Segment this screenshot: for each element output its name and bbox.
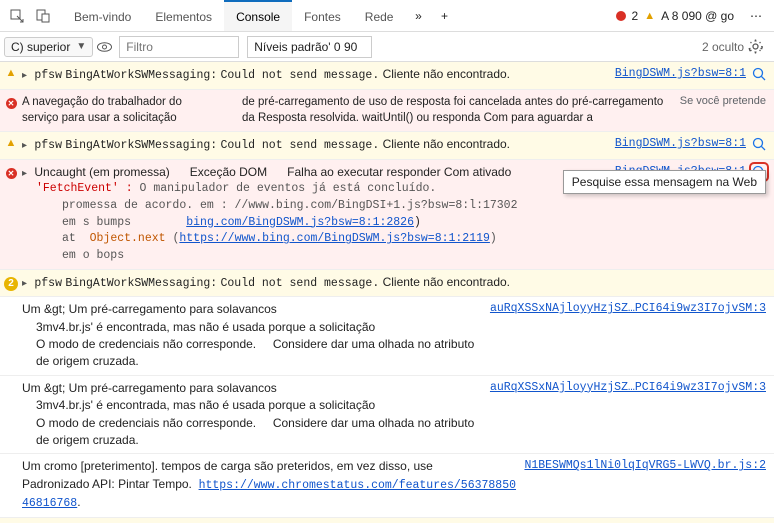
stack-line: at bbox=[62, 232, 76, 245]
console-filterbar: C) superior ▼ Níveis padrão' 0 90 2 ocul… bbox=[0, 32, 774, 62]
error-icon: ✕ bbox=[4, 94, 18, 111]
log-prefix: pfsw bbox=[34, 277, 62, 290]
live-expression-icon[interactable] bbox=[97, 42, 115, 52]
source-link[interactable]: N1BESWMQs1lNi0lqIqVRG5-LWVQ.br.js:2 bbox=[524, 458, 766, 475]
source-link[interactable]: auRqXSSxNAjloyyHzjSZ…PCI64i9wz3I7ojvSM:3 bbox=[490, 301, 766, 318]
error-count: 2 bbox=[632, 9, 639, 23]
info-line: Um &gt; Um pré-carregamento para solavan… bbox=[22, 380, 482, 397]
console-row: ▲ pfsw BingAtWorkSWMessaging: Could not … bbox=[0, 62, 774, 90]
stack-line: em o bops bbox=[22, 248, 766, 265]
log-msg: Could not send message. bbox=[221, 277, 380, 290]
punct: . bbox=[77, 495, 80, 509]
log-group: BingAtWorkSWMessaging: bbox=[65, 277, 217, 290]
console-row: Um &gt; Um pré-carregamento para solavan… bbox=[0, 297, 774, 376]
err-right-note: Se você pretende bbox=[680, 94, 766, 110]
err-left: A navegação do trabalhador do serviço pa… bbox=[22, 94, 202, 127]
context-selector[interactable]: C) superior ▼ bbox=[4, 37, 93, 57]
info-line: Um &gt; Um pré-carregamento para solavan… bbox=[22, 301, 482, 318]
source-link[interactable]: BingDSWM.js?bsw=8:1 bbox=[615, 136, 746, 153]
err-head: Uncaught (em promessa) bbox=[34, 165, 169, 179]
info-line: O modo de credenciais não corresponde. bbox=[36, 416, 256, 430]
console-row: Um &gt; Um pré-carregamento para solavan… bbox=[0, 376, 774, 455]
console-row: ▲ pfsw BingAtWorkSWMessaging: Could not … bbox=[0, 132, 774, 160]
tab-network[interactable]: Rede bbox=[353, 0, 406, 31]
inspect-element-icon[interactable] bbox=[6, 5, 28, 27]
source-link[interactable]: auRqXSSxNAjloyyHzjSZ…PCI64i9wz3I7ojvSM:3 bbox=[490, 380, 766, 397]
search-web-icon[interactable] bbox=[752, 67, 766, 81]
expand-caret[interactable] bbox=[22, 275, 31, 289]
source-link[interactable]: BingDSWM.js?bsw=8:1 bbox=[615, 66, 746, 83]
error-dot-icon bbox=[616, 11, 626, 21]
warn-tri-icon: ▲ bbox=[644, 10, 655, 22]
expand-caret[interactable] bbox=[22, 165, 31, 179]
err-mid: Exceção DOM bbox=[190, 165, 267, 179]
warn-icon: ▲ bbox=[4, 136, 18, 152]
repeat-count-badge: 2 bbox=[4, 274, 18, 291]
tab-elements[interactable]: Elementos bbox=[143, 0, 224, 31]
search-web-icon[interactable] bbox=[752, 137, 766, 151]
console-row: ✕ A navegação do trabalhador do serviço … bbox=[0, 90, 774, 132]
info-line: 3mv4.br.js' é encontrada, mas não é usad… bbox=[22, 397, 482, 414]
expand-caret[interactable] bbox=[22, 137, 31, 151]
log-prefix: pfsw bbox=[34, 139, 62, 152]
log-extra: Cliente não encontrado. bbox=[383, 275, 510, 289]
warn-text: A 8 090 @ go bbox=[661, 9, 734, 23]
search-web-tooltip: Pesquise essa mensagem na Web bbox=[563, 170, 766, 194]
info-line: 3mv4.br.js' é encontrada, mas não é usad… bbox=[22, 319, 482, 336]
error-icon: ✕ bbox=[4, 164, 18, 181]
stack-label: 'FetchEvent' : bbox=[36, 182, 133, 195]
stack-text: O manipulador de eventos já está concluí… bbox=[140, 182, 437, 195]
more-menu-icon[interactable]: ⋯ bbox=[742, 9, 770, 23]
stack-link[interactable]: bing.com/BingDSWM.js?bsw=8:1:2826 bbox=[186, 216, 414, 229]
info-line: O modo de credenciais não corresponde. bbox=[36, 337, 256, 351]
err-mid: de pré-carregamento de uso de resposta f… bbox=[242, 94, 672, 127]
stack-line: em s bumps bbox=[62, 216, 131, 229]
tab-console[interactable]: Console bbox=[224, 0, 292, 31]
device-toolbar-icon[interactable] bbox=[32, 5, 54, 27]
filter-input[interactable] bbox=[119, 36, 239, 58]
context-label: C) superior bbox=[11, 40, 70, 54]
add-tab-icon[interactable]: + bbox=[433, 5, 455, 27]
expand-caret[interactable] bbox=[22, 67, 31, 81]
log-group: BingAtWorkSWMessaging: bbox=[65, 139, 217, 152]
tabs-overflow-icon[interactable]: » bbox=[407, 5, 429, 27]
tab-strip: Bem-vindo Elementos Console Fontes Rede bbox=[62, 0, 405, 31]
stack-line: promessa de acordo. em : //www.bing.com/… bbox=[22, 198, 766, 215]
log-msg: Could not send message. bbox=[221, 69, 380, 82]
console-row: 2 pfsw BingAtWorkSWMessaging: Could not … bbox=[0, 270, 774, 298]
devtools-topbar: Bem-vindo Elementos Console Fontes Rede … bbox=[0, 0, 774, 32]
info-line: Padronizado API: Pintar Tempo. bbox=[22, 477, 192, 491]
console-output: ▲ pfsw BingAtWorkSWMessaging: Could not … bbox=[0, 62, 774, 523]
console-row: ▲ O recurso br.js foi pré-carregado usan… bbox=[0, 518, 774, 523]
issues-summary[interactable]: 2 ▲ A 8 090 @ go bbox=[608, 9, 742, 23]
tab-sources[interactable]: Fontes bbox=[292, 0, 353, 31]
log-levels-selector[interactable]: Níveis padrão' 0 90 bbox=[247, 36, 372, 58]
console-row: Um cromo [preterimento]. tempos de carga… bbox=[0, 454, 774, 518]
console-settings-icon[interactable] bbox=[748, 39, 770, 54]
log-extra: Cliente não encontrado. bbox=[383, 67, 510, 81]
warn-icon: ▲ bbox=[4, 66, 18, 82]
stack-link[interactable]: https://www.bing.com/BingDSWM.js?bsw=8:1… bbox=[179, 232, 490, 245]
hidden-count[interactable]: 2 oculto bbox=[702, 40, 744, 54]
chevron-down-icon: ▼ bbox=[76, 41, 86, 52]
log-extra: Cliente não encontrado. bbox=[383, 137, 510, 151]
tab-welcome[interactable]: Bem-vindo bbox=[62, 0, 143, 31]
err-tail: Falha ao executar responder Com ativado bbox=[287, 165, 511, 179]
info-line: Um cromo [preterimento]. tempos de carga… bbox=[22, 458, 516, 475]
stack-symbol: Object.next bbox=[90, 232, 166, 245]
log-group: BingAtWorkSWMessaging: bbox=[65, 69, 217, 82]
log-msg: Could not send message. bbox=[221, 139, 380, 152]
log-prefix: pfsw bbox=[34, 69, 62, 82]
